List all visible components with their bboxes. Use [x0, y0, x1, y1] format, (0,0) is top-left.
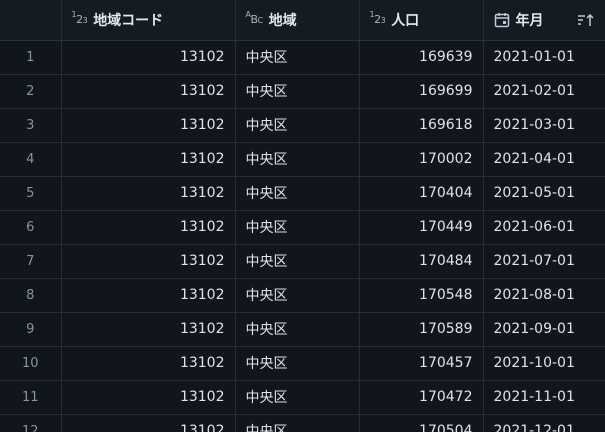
table-row[interactable]: 4 13102 中央区 170002 2021-04-01: [0, 142, 605, 177]
cell-population[interactable]: 170472: [359, 380, 484, 415]
cell-region[interactable]: 中央区: [235, 176, 360, 211]
cell-year-month[interactable]: 2021-12-01: [483, 414, 605, 432]
column-header-year-month[interactable]: 年月: [483, 0, 605, 41]
calendar-icon: [494, 12, 510, 28]
cell-region-code[interactable]: 13102: [61, 176, 236, 211]
cell-population[interactable]: 170548: [359, 278, 484, 313]
cell-population[interactable]: 170457: [359, 346, 484, 381]
cell-population[interactable]: 170589: [359, 312, 484, 347]
row-index[interactable]: 12: [0, 414, 62, 432]
cell-region[interactable]: 中央区: [235, 244, 360, 279]
table-row[interactable]: 2 13102 中央区 169699 2021-02-01: [0, 74, 605, 109]
table-row[interactable]: 3 13102 中央区 169618 2021-03-01: [0, 108, 605, 143]
row-index[interactable]: 7: [0, 244, 62, 279]
row-index[interactable]: 1: [0, 40, 62, 75]
row-index[interactable]: 10: [0, 346, 62, 381]
row-index[interactable]: 11: [0, 380, 62, 415]
table-row[interactable]: 10 13102 中央区 170457 2021-10-01: [0, 346, 605, 381]
row-index[interactable]: 8: [0, 278, 62, 313]
cell-year-month[interactable]: 2021-06-01: [483, 210, 605, 245]
cell-region-code[interactable]: 13102: [61, 40, 236, 75]
cell-population[interactable]: 170002: [359, 142, 484, 177]
cell-population[interactable]: 169639: [359, 40, 484, 75]
header-row: 123 地域コード ABC 地域 123 人口 年月: [0, 0, 605, 41]
cell-year-month[interactable]: 2021-08-01: [483, 278, 605, 313]
cell-region[interactable]: 中央区: [235, 278, 360, 313]
cell-region[interactable]: 中央区: [235, 346, 360, 381]
cell-region-code[interactable]: 13102: [61, 278, 236, 313]
column-header-population[interactable]: 123 人口: [359, 0, 484, 41]
cell-year-month[interactable]: 2021-03-01: [483, 108, 605, 143]
data-table: 123 地域コード ABC 地域 123 人口 年月 1 13102 中央区 1…: [0, 0, 605, 432]
cell-population[interactable]: 170404: [359, 176, 484, 211]
row-index[interactable]: 5: [0, 176, 62, 211]
table-row[interactable]: 8 13102 中央区 170548 2021-08-01: [0, 278, 605, 313]
cell-year-month[interactable]: 2021-05-01: [483, 176, 605, 211]
cell-region[interactable]: 中央区: [235, 312, 360, 347]
row-index[interactable]: 2: [0, 74, 62, 109]
row-index[interactable]: 9: [0, 312, 62, 347]
table-row[interactable]: 12 13102 中央区 170504 2021-12-01: [0, 414, 605, 432]
table-row[interactable]: 11 13102 中央区 170472 2021-11-01: [0, 380, 605, 415]
cell-region-code[interactable]: 13102: [61, 108, 236, 143]
cell-region[interactable]: 中央区: [235, 40, 360, 75]
integer-type-icon: 123: [71, 10, 88, 27]
cell-region[interactable]: 中央区: [235, 414, 360, 432]
data-grid: 123 地域コード ABC 地域 123 人口 年月 1 13102 中央区 1…: [0, 0, 605, 432]
cell-year-month[interactable]: 2021-01-01: [483, 40, 605, 75]
cell-region-code[interactable]: 13102: [61, 346, 236, 381]
cell-region[interactable]: 中央区: [235, 380, 360, 415]
cell-region-code[interactable]: 13102: [61, 142, 236, 177]
table-row[interactable]: 7 13102 中央区 170484 2021-07-01: [0, 244, 605, 279]
cell-region[interactable]: 中央区: [235, 108, 360, 143]
column-header-region-code[interactable]: 123 地域コード: [61, 0, 236, 41]
row-index[interactable]: 3: [0, 108, 62, 143]
cell-year-month[interactable]: 2021-02-01: [483, 74, 605, 109]
cell-population[interactable]: 170449: [359, 210, 484, 245]
cell-region-code[interactable]: 13102: [61, 210, 236, 245]
cell-region-code[interactable]: 13102: [61, 74, 236, 109]
row-index[interactable]: 4: [0, 142, 62, 177]
cell-region[interactable]: 中央区: [235, 74, 360, 109]
column-label: 地域: [268, 12, 297, 29]
cell-year-month[interactable]: 2021-10-01: [483, 346, 605, 381]
table-row[interactable]: 1 13102 中央区 169639 2021-01-01: [0, 40, 605, 75]
table-row[interactable]: 6 13102 中央区 170449 2021-06-01: [0, 210, 605, 245]
cell-region-code[interactable]: 13102: [61, 244, 236, 279]
cell-year-month[interactable]: 2021-07-01: [483, 244, 605, 279]
cell-year-month[interactable]: 2021-04-01: [483, 142, 605, 177]
integer-type-icon: 123: [369, 10, 386, 27]
table-row[interactable]: 5 13102 中央区 170404 2021-05-01: [0, 176, 605, 211]
row-index[interactable]: 6: [0, 210, 62, 245]
column-label: 地域コード: [93, 12, 164, 29]
cell-year-month[interactable]: 2021-11-01: [483, 380, 605, 415]
cell-population[interactable]: 169618: [359, 108, 484, 143]
cell-population[interactable]: 170504: [359, 414, 484, 432]
cell-population[interactable]: 169699: [359, 74, 484, 109]
cell-region-code[interactable]: 13102: [61, 414, 236, 432]
sort-icon[interactable]: [577, 12, 595, 28]
column-label: 年月: [515, 12, 544, 29]
column-header-region[interactable]: ABC 地域: [235, 0, 360, 41]
cell-region[interactable]: 中央区: [235, 142, 360, 177]
cell-year-month[interactable]: 2021-09-01: [483, 312, 605, 347]
cell-region-code[interactable]: 13102: [61, 380, 236, 415]
table-row[interactable]: 9 13102 中央区 170589 2021-09-01: [0, 312, 605, 347]
cell-population[interactable]: 170484: [359, 244, 484, 279]
text-type-icon: ABC: [245, 10, 264, 27]
cell-region-code[interactable]: 13102: [61, 312, 236, 347]
cell-region[interactable]: 中央区: [235, 210, 360, 245]
column-label: 人口: [391, 12, 420, 29]
row-index-header[interactable]: [0, 0, 62, 41]
